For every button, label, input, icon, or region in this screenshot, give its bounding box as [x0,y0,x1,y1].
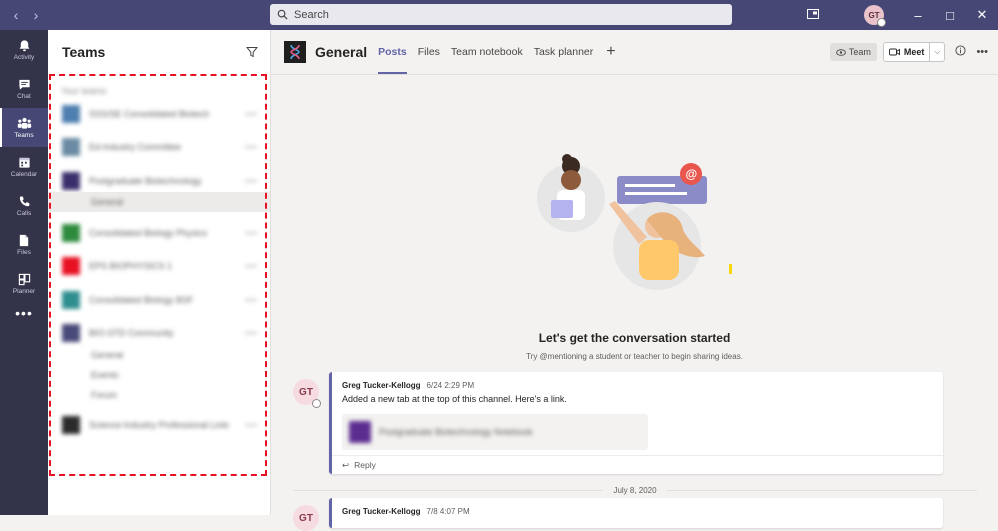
file-icon [19,234,29,246]
channel-main: General Posts Files Team notebook Task p… [271,30,998,531]
title-bar: ‹ › Search GT – □ ✕ [0,0,998,30]
post-card: Greg Tucker-Kellogg 6/24 2:29 PM Added a… [329,372,943,474]
post-card: Greg Tucker-Kellogg 7/8 4:07 PM [329,498,943,528]
link-card[interactable]: Postgraduate Biotechnology Notebook [342,414,648,450]
rail-item-files[interactable]: Files [0,225,48,264]
reply-label: Reply [354,460,376,470]
rail-item-activity[interactable]: Activity [0,30,48,69]
phone-icon [19,195,30,206]
teams-icon [17,117,31,129]
author-avatar[interactable]: GT [293,379,321,408]
add-tab-icon[interactable]: + [606,43,615,61]
tab-files[interactable]: Files [418,30,440,74]
post-timestamp: 6/24 2:29 PM [426,381,475,390]
rail-label: Calls [16,209,32,217]
empty-state-title: Let's get the conversation started [538,331,731,345]
rail-item-calendar[interactable]: Calendar [0,147,48,186]
rail-label: Files [17,248,31,256]
more-apps-icon[interactable]: ••• [0,305,48,321]
meet-button[interactable]: Meet ⌵ [882,42,946,62]
tab-team-notebook[interactable]: Team notebook [451,30,523,74]
rail-item-chat[interactable]: Chat [0,69,48,108]
app-rail: Activity Chat Teams Calendar Calls Files… [0,30,48,515]
rail-label: Planner [12,287,36,295]
reply-arrow-icon: ↩ [342,459,350,470]
notebook-thumbnail [349,421,371,443]
empty-state-subtitle: Try @mentioning a student or teacher to … [526,352,743,361]
post-author[interactable]: Greg Tucker-Kellogg [342,381,421,390]
reply-button[interactable]: ↩ Reply [332,455,943,474]
channel-tabs: Posts Files Team notebook Task planner + [378,30,616,74]
maximize-icon[interactable]: □ [934,8,966,23]
date-divider: July 8, 2020 [293,486,978,495]
channel-title: General [315,44,368,60]
teams-title: Teams [62,44,106,60]
search-icon [277,9,288,20]
search-input[interactable]: Search [270,4,732,25]
rail-label: Activity [13,53,35,61]
user-avatar[interactable]: GT [864,5,886,27]
rail-item-calls[interactable]: Calls [0,186,48,225]
presence-icon [877,18,886,27]
planner-icon [18,273,30,285]
date-divider-label: July 8, 2020 [613,486,657,495]
tab-posts[interactable]: Posts [378,30,407,74]
bell-icon [19,39,29,51]
search-placeholder: Search [294,8,329,21]
more-options-icon[interactable]: ••• [976,46,988,58]
back-arrow-icon[interactable]: ‹ [6,7,26,23]
link-name: Postgraduate Biotechnology Notebook [379,427,533,437]
team-button[interactable]: Team [829,43,877,61]
highlight-box [49,74,267,476]
tab-task-planner[interactable]: Task planner [534,30,594,74]
author-initials: GT [299,386,313,398]
channel-header: General Posts Files Team notebook Task p… [271,30,998,75]
team-logo-icon [284,41,306,63]
author-initials: GT [299,512,313,524]
chevron-down-icon[interactable]: ⌵ [930,47,944,57]
author-avatar[interactable]: GT [293,505,319,531]
rail-item-teams[interactable]: Teams [0,108,48,147]
conversation-illustration: @ [537,154,732,290]
post-message: Added a new tab at the top of this chann… [342,394,567,404]
calendar-icon [18,157,30,168]
presence-icon [312,399,321,408]
forward-arrow-icon[interactable]: › [26,7,46,23]
svg-text:@: @ [686,167,698,181]
rail-label: Teams [14,131,34,139]
team-button-label: Team [848,47,871,57]
rail-label: Chat [17,92,31,100]
video-camera-icon [888,48,900,56]
eye-icon [835,48,846,56]
info-icon[interactable] [955,45,966,59]
filter-icon[interactable] [246,46,258,58]
meet-button-label: Meet [903,47,925,57]
minimize-icon[interactable]: – [902,8,934,23]
chat-icon [18,79,30,90]
compose-window-icon[interactable] [798,8,828,22]
rail-label: Calendar [10,170,38,178]
teams-header: Teams [48,30,270,74]
close-icon[interactable]: ✕ [966,7,998,23]
rail-item-planner[interactable]: Planner [0,264,48,303]
teams-panel: Teams Your teams SSS/SE Consolidated Bio… [48,30,271,515]
